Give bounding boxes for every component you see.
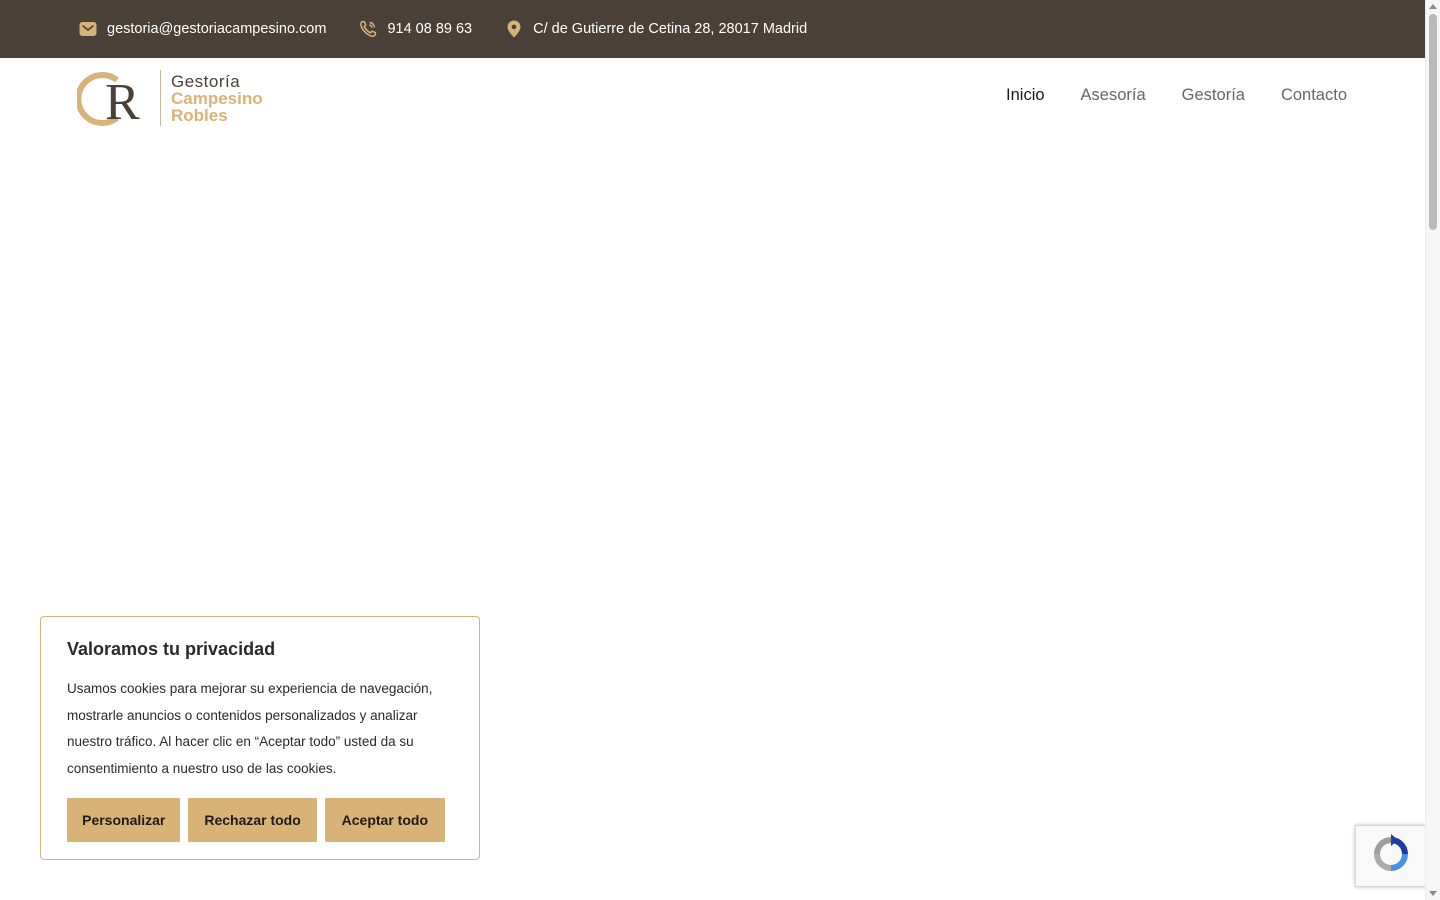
scroll-thumb[interactable] (1429, 14, 1437, 230)
accept-all-button[interactable]: Aceptar todo (324, 798, 445, 842)
mail-icon (78, 19, 98, 39)
email-link[interactable]: gestoria@gestoriacampesino.com (107, 21, 326, 37)
nav-item-asesoria[interactable]: Asesoría (1081, 86, 1146, 105)
site-header: R Gestoría Campesino Robles Inicio Aseso… (0, 58, 1425, 138)
scroll-down-arrow-icon[interactable] (1429, 891, 1437, 896)
logo-line-2: Campesino (171, 88, 263, 108)
location-pin-icon (504, 19, 524, 39)
nav-item-contacto[interactable]: Contacto (1281, 86, 1347, 105)
page-scrollbar[interactable] (1425, 0, 1440, 900)
nav-item-gestoria[interactable]: Gestoría (1182, 86, 1245, 105)
logo-divider (160, 70, 161, 126)
page: gestoria@gestoriacampesino.com 914 08 89… (0, 0, 1440, 900)
main-navigation: Inicio Asesoría Gestoría Contacto (970, 58, 1347, 133)
logo-monogram: R (75, 68, 155, 131)
cookie-consent-banner: Valoramos tu privacidad Usamos cookies p… (40, 616, 480, 860)
site-logo[interactable]: R Gestoría Campesino Robles (75, 68, 277, 131)
recaptcha-icon (1370, 833, 1412, 880)
phone-icon (358, 19, 378, 39)
logo-r-letter: R (105, 74, 140, 128)
logo-wordmark: Gestoría Campesino Robles (171, 73, 263, 124)
address-contact: C/ de Gutierre de Cetina 28, 28017 Madri… (504, 19, 807, 39)
email-contact[interactable]: gestoria@gestoriacampesino.com (78, 19, 326, 39)
logo-line-1: Gestoría (171, 71, 241, 91)
recaptcha-badge[interactable] (1355, 825, 1427, 887)
cookie-title: Valoramos tu privacidad (67, 639, 276, 659)
scroll-up-arrow-icon[interactable] (1429, 4, 1437, 9)
customize-button[interactable]: Personalizar (67, 798, 181, 842)
cookie-buttons: Personalizar Rechazar todo Aceptar todo (67, 798, 453, 842)
phone-contact[interactable]: 914 08 89 63 (358, 19, 472, 39)
logo-line-3: Robles (171, 105, 228, 125)
nav-item-inicio[interactable]: Inicio (1006, 86, 1045, 105)
cookie-description: Usamos cookies para mejorar su experienc… (67, 681, 433, 776)
reject-all-button[interactable]: Rechazar todo (188, 798, 317, 842)
address-text: C/ de Gutierre de Cetina 28, 28017 Madri… (533, 21, 808, 37)
top-contact-bar: gestoria@gestoriacampesino.com 914 08 89… (0, 0, 1425, 58)
phone-link[interactable]: 914 08 89 63 (387, 21, 472, 37)
